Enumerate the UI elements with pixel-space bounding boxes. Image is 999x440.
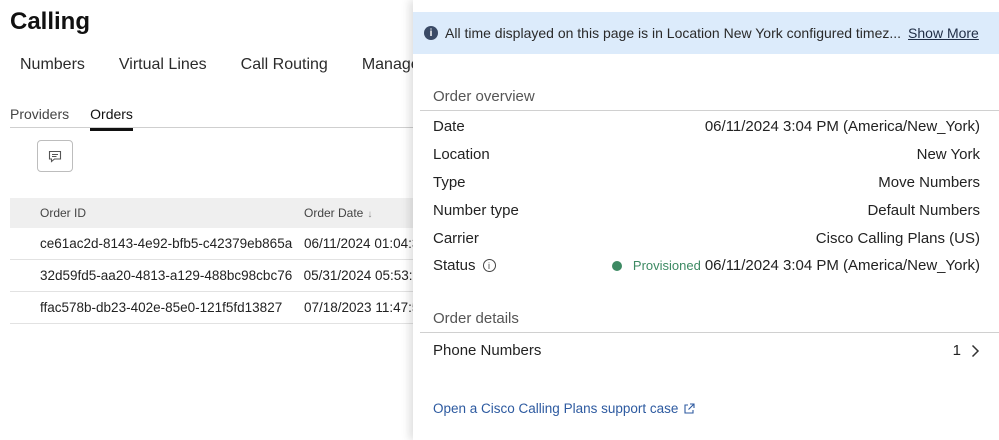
- row-number-type: Number type Default Numbers: [433, 202, 980, 219]
- info-icon: i: [424, 26, 438, 40]
- table-row[interactable]: ce61ac2d-8143-4e92-bfb5-c42379eb865a 06/…: [10, 228, 420, 260]
- status-dot-icon: [611, 260, 622, 271]
- order-overview-heading: Order overview: [433, 88, 535, 105]
- column-order-date[interactable]: Order Date ↓: [304, 206, 372, 220]
- table-header: Order ID Order Date ↓: [10, 198, 420, 228]
- info-circle-icon[interactable]: i: [482, 259, 496, 272]
- show-more-link[interactable]: Show More: [908, 25, 979, 41]
- number-type-value: Default Numbers: [867, 202, 980, 219]
- divider: [420, 332, 999, 333]
- status-value: 06/11/2024 3:04 PM (America/New_York): [704, 257, 980, 274]
- order-details-drawer: i All time displayed on this page is in …: [413, 0, 999, 440]
- table-row[interactable]: ffac578b-db23-402e-85e0-121f5fd13827 07/…: [10, 292, 420, 324]
- phone-numbers-count: 1: [952, 342, 961, 359]
- row-carrier: Carrier Cisco Calling Plans (US): [433, 230, 980, 247]
- location-value: New York: [916, 146, 980, 163]
- page-title: Calling: [10, 8, 91, 35]
- timezone-banner: i All time displayed on this page is in …: [413, 12, 999, 54]
- row-date: Date 06/11/2024 3:04 PM (America/New_Yor…: [433, 118, 980, 135]
- date-value: 06/11/2024 3:04 PM (America/New_York): [704, 118, 980, 135]
- order-details-heading: Order details: [433, 310, 519, 327]
- order-id-cell: ce61ac2d-8143-4e92-bfb5-c42379eb865a: [40, 236, 293, 251]
- number-type-label: Number type: [433, 202, 519, 219]
- external-link-icon: [684, 402, 695, 414]
- chevron-right-icon: [971, 344, 980, 357]
- order-id-cell: ffac578b-db23-402e-85e0-121f5fd13827: [40, 300, 283, 315]
- location-label: Location: [433, 146, 490, 163]
- row-type: Type Move Numbers: [433, 174, 980, 191]
- row-phone-numbers[interactable]: Phone Numbers 1: [433, 342, 980, 359]
- tab-virtual-lines[interactable]: Virtual Lines: [119, 56, 207, 74]
- divider: [420, 110, 999, 111]
- message-icon: [48, 150, 62, 163]
- column-order-id[interactable]: Order ID: [10, 206, 304, 220]
- carrier-value: Cisco Calling Plans (US): [815, 230, 980, 247]
- date-label: Date: [433, 118, 465, 135]
- type-label: Type: [433, 174, 466, 191]
- orders-table: Order ID Order Date ↓ ce61ac2d-8143-4e92-…: [10, 198, 420, 324]
- arrow-down-icon: ↓: [367, 209, 373, 220]
- support-case-link[interactable]: Open a Cisco Calling Plans support case: [433, 401, 695, 416]
- status-label: Status: [433, 257, 476, 274]
- order-date-cell: 06/11/2024 01:04:3: [304, 236, 420, 251]
- top-tabs: Numbers Virtual Lines Call Routing Manag…: [20, 56, 445, 74]
- tab-call-routing[interactable]: Call Routing: [241, 56, 328, 74]
- message-button[interactable]: [37, 140, 73, 172]
- row-status: Status i Provisioned 06/11/2024 3:04 PM …: [433, 257, 980, 274]
- status-badge: Provisioned: [632, 258, 701, 273]
- tab-numbers[interactable]: Numbers: [20, 56, 85, 74]
- divider: [10, 127, 420, 128]
- type-value: Move Numbers: [878, 174, 980, 191]
- banner-text: All time displayed on this page is in Lo…: [445, 25, 902, 41]
- carrier-label: Carrier: [433, 230, 479, 247]
- row-location: Location New York: [433, 146, 980, 163]
- order-date-cell: 05/31/2024 05:53:2: [303, 268, 420, 283]
- order-date-cell: 07/18/2023 11:47:5: [304, 300, 420, 315]
- order-id-cell: 32d59fd5-aa20-4813-a129-488bc98cbc76: [40, 268, 293, 283]
- phone-numbers-label: Phone Numbers: [433, 342, 542, 359]
- table-row[interactable]: 32d59fd5-aa20-4813-a129-488bc98cbc76 05/…: [10, 260, 420, 292]
